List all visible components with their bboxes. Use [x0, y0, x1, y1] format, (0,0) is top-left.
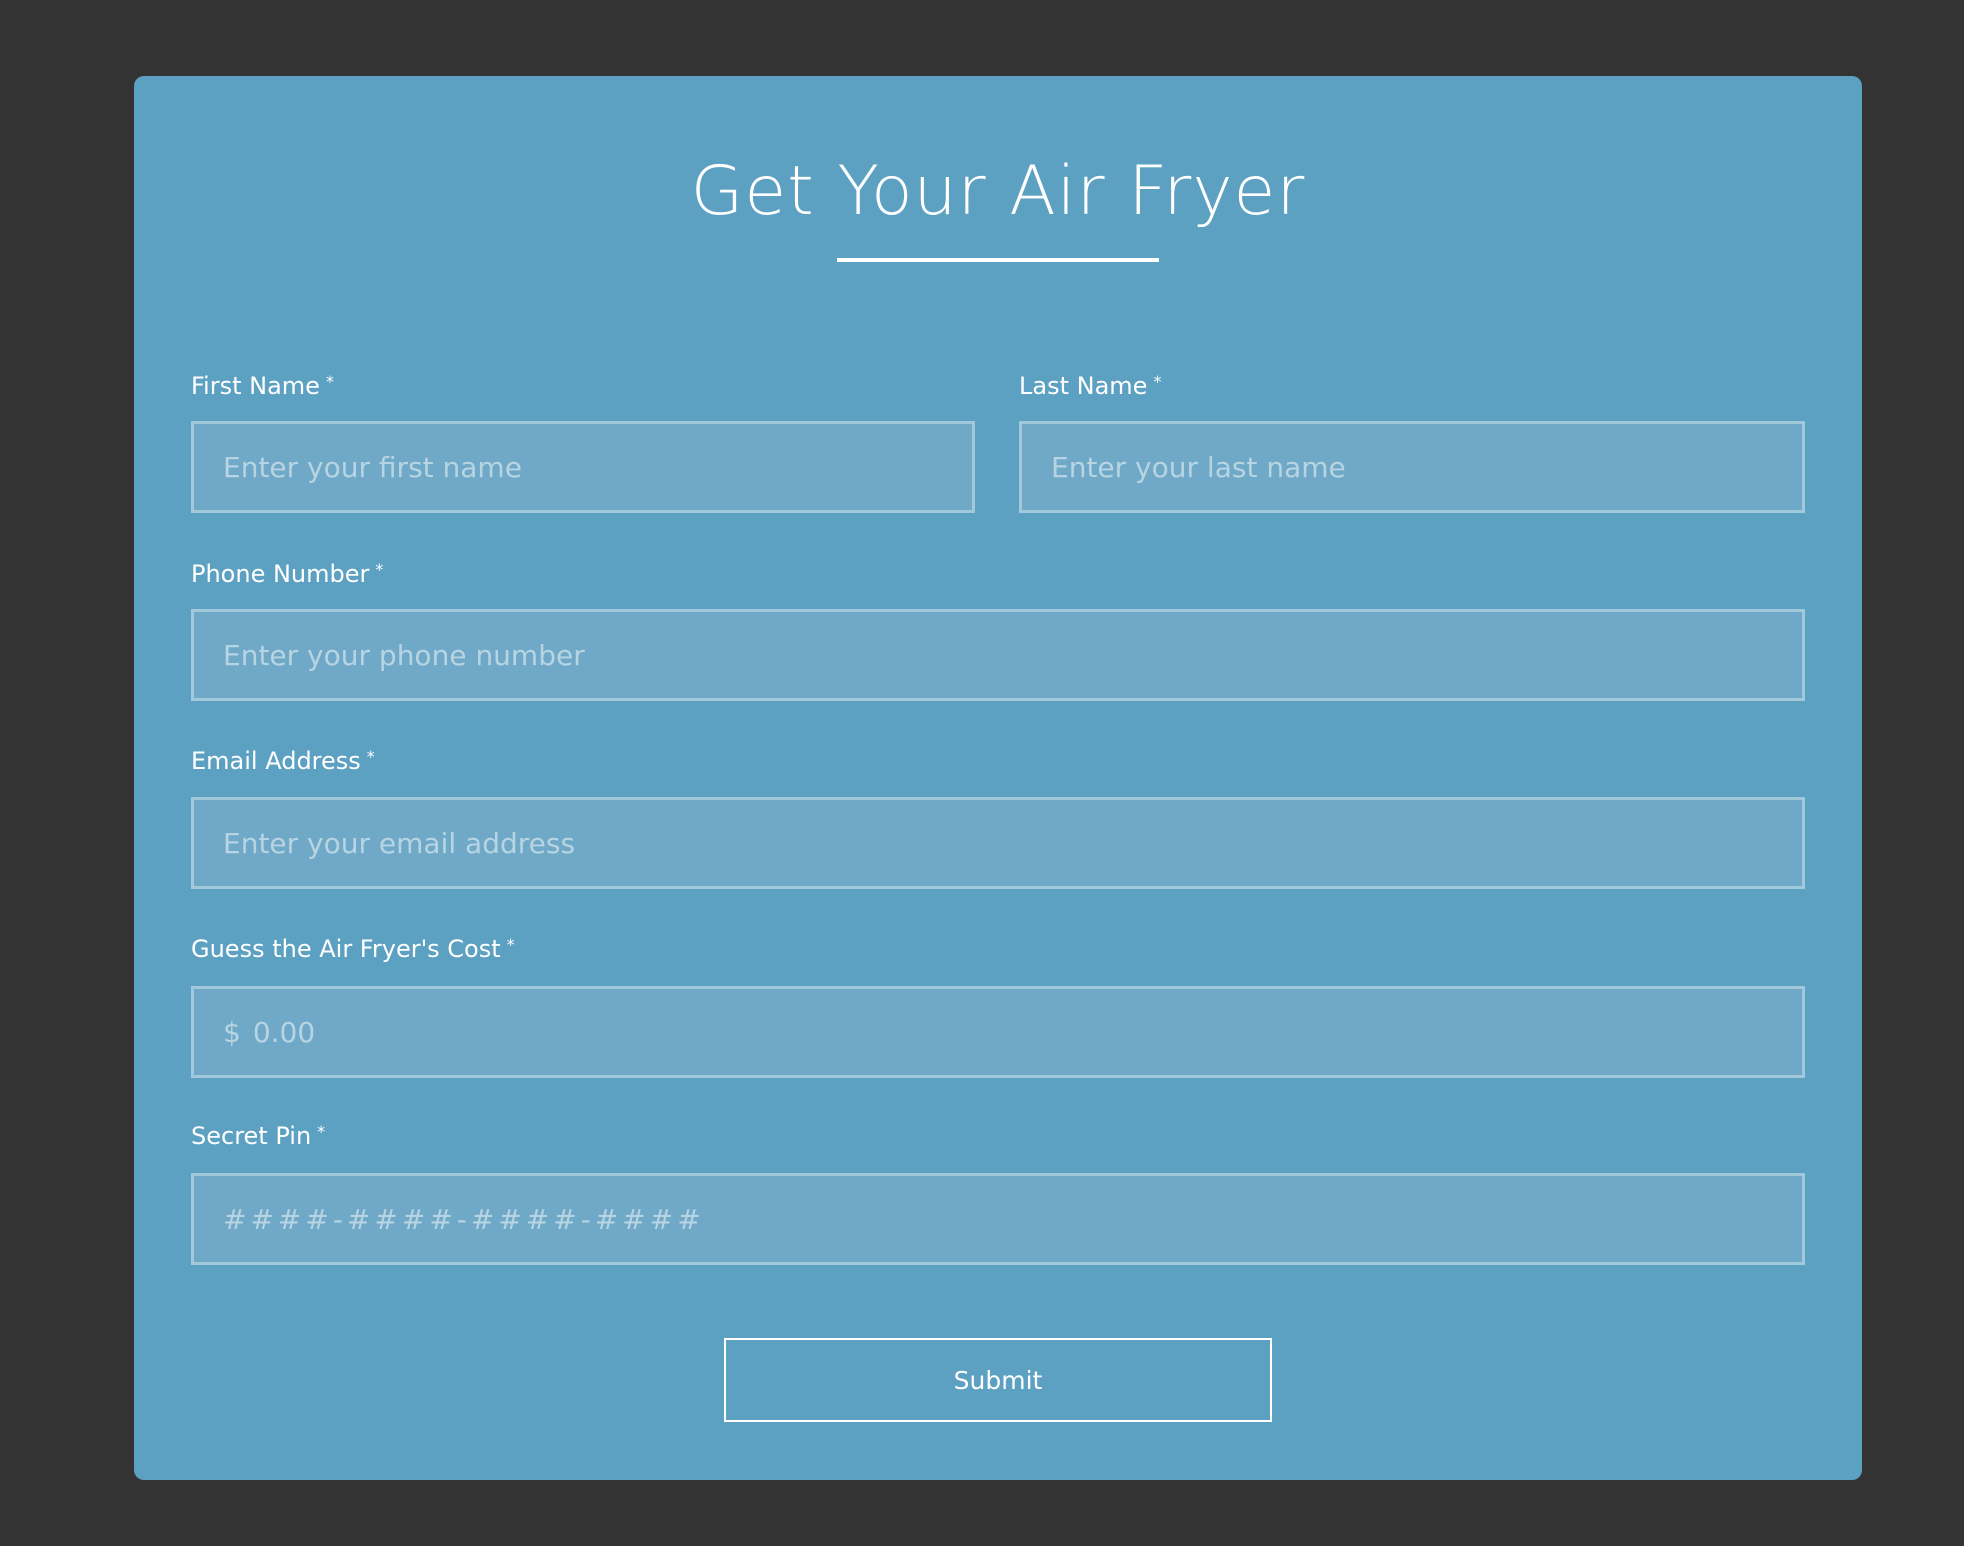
email-label-text: Email Address: [191, 747, 361, 775]
required-marker: *: [317, 1122, 326, 1141]
pin-label-text: Secret Pin: [191, 1122, 312, 1150]
cost-label: Guess the Air Fryer's Cost *: [191, 935, 515, 963]
first-name-field: [191, 421, 975, 513]
phone-label-text: Phone Number: [191, 560, 370, 588]
required-marker: *: [325, 372, 334, 391]
required-marker: *: [375, 560, 384, 579]
last-name-label-text: Last Name: [1019, 372, 1148, 400]
last-name-field: [1019, 421, 1805, 513]
first-name-input[interactable]: [223, 424, 972, 510]
submit-button[interactable]: Submit: [724, 1338, 1272, 1422]
title-underline: [837, 258, 1159, 262]
phone-field: [191, 609, 1805, 701]
cost-field: $: [191, 986, 1805, 1078]
email-input[interactable]: [223, 800, 1802, 886]
last-name-input[interactable]: [1051, 424, 1802, 510]
form-title: Get Your Air Fryer: [690, 152, 1306, 231]
phone-input[interactable]: [223, 612, 1802, 698]
phone-label: Phone Number *: [191, 560, 384, 588]
pin-field: [191, 1173, 1805, 1265]
email-label: Email Address *: [191, 747, 375, 775]
secret-pin-input[interactable]: [223, 1176, 1802, 1262]
form-card: Get Your Air Fryer First Name * Last Name…: [134, 76, 1862, 1480]
required-marker: *: [506, 935, 515, 954]
required-marker: *: [1153, 372, 1162, 391]
currency-symbol: $: [223, 1015, 241, 1049]
last-name-label: Last Name *: [1019, 372, 1162, 400]
required-marker: *: [366, 747, 375, 766]
first-name-label: First Name *: [191, 372, 334, 400]
cost-input[interactable]: [252, 989, 1802, 1075]
first-name-label-text: First Name: [191, 372, 320, 400]
cost-label-text: Guess the Air Fryer's Cost: [191, 935, 501, 963]
pin-label: Secret Pin *: [191, 1122, 326, 1150]
email-field: [191, 797, 1805, 889]
